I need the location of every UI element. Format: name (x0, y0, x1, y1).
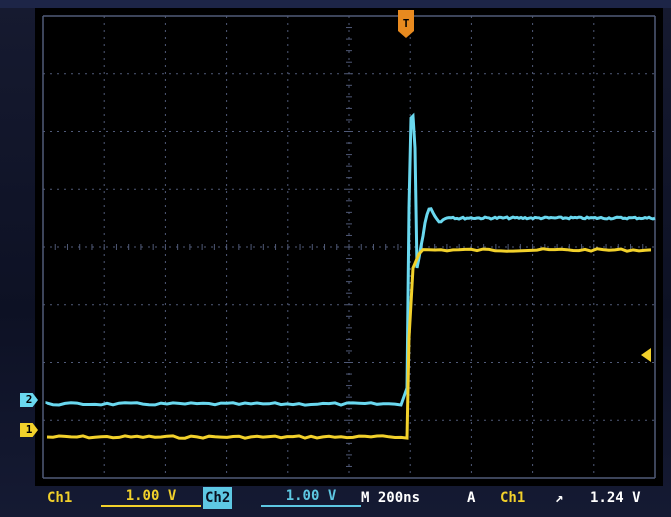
timebase-readout: M 200ns (361, 490, 421, 506)
oscilloscope: 2 1 T Ch1 1.00 V Ch2 1.00 V M 200ns A Ch… (0, 0, 671, 517)
trigger-level-readout: 1.24 V (590, 490, 641, 506)
ch2-label[interactable]: Ch2 (203, 487, 233, 509)
ch2-trace (45, 112, 656, 407)
ch1-volts-per-div: 1.00 V (101, 487, 201, 507)
ch2-volts-per-div: 1.00 V (261, 487, 361, 507)
trigger-source: Ch1 (500, 490, 526, 506)
trigger-prefix: A (467, 490, 476, 506)
status-bar: Ch1 1.00 V Ch2 1.00 V M 200ns A Ch1 ↗ 1.… (35, 487, 663, 509)
waveform-display (35, 8, 663, 486)
traces (45, 112, 656, 440)
bezel-top (0, 0, 671, 8)
ch1-label[interactable]: Ch1 (47, 487, 72, 509)
rising-edge-icon: ↗ (555, 490, 564, 506)
ch1-trace (46, 247, 652, 440)
